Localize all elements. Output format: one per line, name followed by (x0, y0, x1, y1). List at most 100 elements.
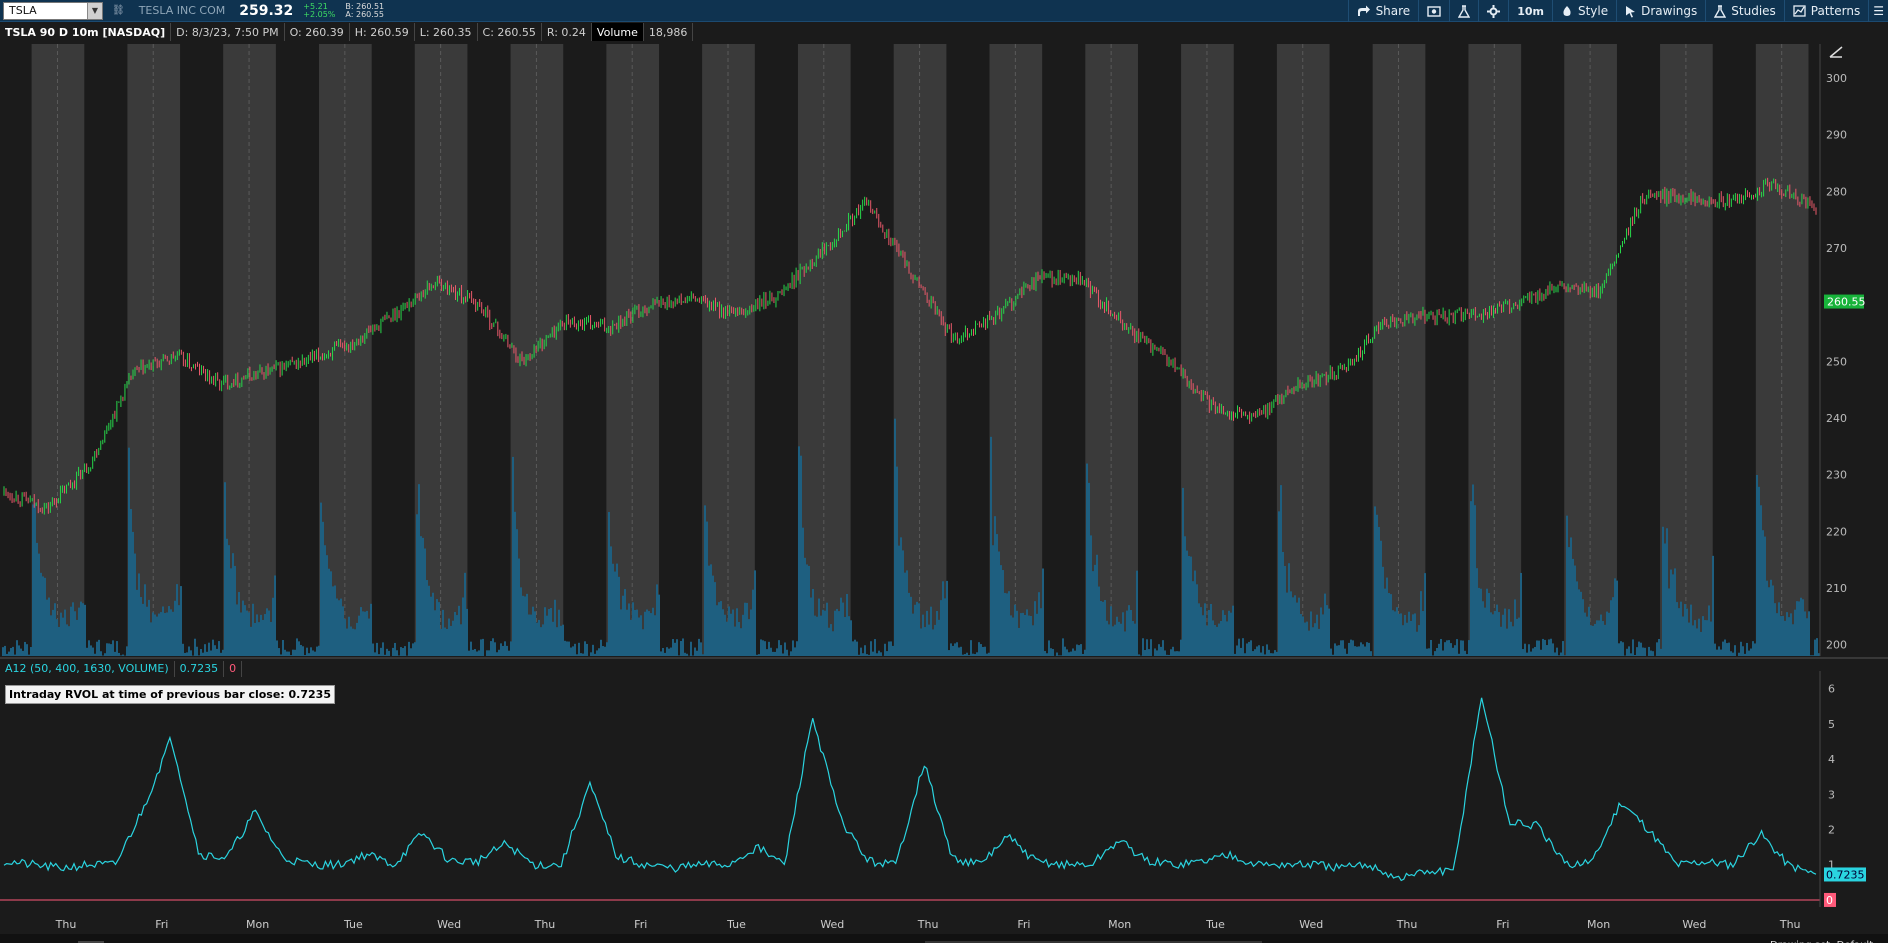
volume-bar (1364, 646, 1366, 656)
volume-bar (890, 641, 892, 656)
volume-bar (438, 602, 440, 656)
link-icon[interactable]: ⛓ (112, 5, 125, 16)
volume-bar (1134, 623, 1136, 656)
volume-bar (1338, 645, 1340, 656)
volume-bar (946, 580, 948, 656)
price-chart[interactable]: 200210220230240250260270280290300260.55 (0, 22, 1888, 657)
volume-bar (762, 640, 764, 656)
volume-bar (1380, 540, 1382, 656)
time-tick-label: Fri (1496, 918, 1509, 931)
volume-bar (54, 603, 56, 656)
rvol-tick-label: 6 (1828, 683, 1835, 696)
volume-bar (990, 436, 992, 656)
volume-bar (468, 650, 470, 656)
volume-bar (1696, 628, 1698, 656)
volume-bar (6, 653, 8, 656)
volume-bar (1130, 609, 1132, 656)
volume-bar (784, 642, 786, 656)
company-name: TESLA INC COM (138, 4, 226, 17)
volume-bar (1642, 647, 1644, 656)
flask-button[interactable] (1449, 0, 1478, 22)
volume-bar (1462, 640, 1464, 656)
volume-bar (372, 643, 374, 656)
study-pane[interactable]: A12 (50, 400, 1630, VOLUME) 0.7235 0 Int… (0, 657, 1888, 914)
studies-button[interactable]: Studies (1705, 0, 1784, 22)
volume-bar (256, 614, 258, 656)
volume-bar (1316, 614, 1318, 656)
menu-button[interactable]: ☰ (1868, 0, 1888, 22)
volume-bar (1588, 606, 1590, 656)
volume-bar (20, 648, 22, 656)
volume-bar (1182, 487, 1184, 656)
time-tick-label: Thu (55, 918, 77, 931)
volume-bar (1748, 650, 1750, 656)
volume-bar (508, 650, 510, 656)
volume-bar (156, 616, 158, 656)
volume-bar (806, 564, 808, 656)
volume-bar (284, 649, 286, 656)
volume-bar (1124, 631, 1126, 656)
volume-bar (802, 527, 804, 656)
volume-bar (1022, 612, 1024, 656)
volume-bar (1100, 600, 1102, 656)
snapshot-button[interactable] (1418, 0, 1449, 22)
volume-bar (236, 604, 238, 656)
volume-bar (12, 646, 14, 656)
volume-bar (1142, 638, 1144, 656)
volume-bar (866, 654, 868, 656)
volume-bar (1062, 638, 1064, 656)
volume-bar (994, 516, 996, 656)
volume-bar (714, 582, 716, 656)
price-pane[interactable]: TSLA 90 D 10m [NASDAQ] D: 8/3/23, 7:50 P… (0, 22, 1888, 657)
rvol-tick-label: 5 (1828, 718, 1835, 731)
volume-bar (1592, 625, 1594, 656)
volume-bar (148, 599, 150, 656)
volume-bar (62, 617, 64, 656)
flask-icon (1458, 4, 1471, 18)
volume-bar (566, 641, 568, 656)
zero-tag-label: 0 (1826, 894, 1833, 907)
volume-bar (684, 652, 686, 656)
volume-bar (1476, 568, 1478, 656)
volume-bar (1228, 610, 1230, 656)
volume-bar (30, 647, 32, 656)
drawings-button[interactable]: Drawings (1616, 0, 1705, 22)
volume-bar (988, 652, 990, 656)
volume-bar (264, 614, 266, 656)
volume-bar (1436, 647, 1438, 656)
volume-bar (996, 534, 998, 656)
share-button[interactable]: Share (1347, 0, 1419, 22)
patterns-button[interactable]: Patterns (1783, 0, 1868, 22)
volume-bar (970, 640, 972, 656)
rvol-tick-label: 2 (1828, 824, 1835, 837)
volume-bar (1270, 653, 1272, 656)
volume-bar (1686, 608, 1688, 656)
volume-bar (294, 649, 296, 656)
volume-bar (1534, 646, 1536, 656)
volume-bar (1760, 505, 1762, 656)
volume-bar (336, 598, 338, 656)
volume-bar (1658, 638, 1660, 656)
volume-bar (1006, 593, 1008, 656)
settings-button[interactable] (1478, 0, 1508, 22)
volume-bar (924, 627, 926, 656)
volume-bar (960, 646, 962, 656)
volume-bar (1028, 615, 1030, 656)
symbol-dropdown-icon[interactable]: ▼ (87, 2, 102, 19)
volume-bar (756, 654, 758, 656)
volume-bar (608, 512, 610, 656)
volume-bar (50, 615, 52, 656)
volume-bar (1262, 646, 1264, 656)
volume-bar (370, 603, 372, 656)
volume-bar (2, 647, 4, 656)
symbol-input[interactable]: TSLA ▼ (3, 1, 103, 20)
volume-bar (660, 651, 662, 656)
style-button[interactable]: Style (1551, 0, 1616, 22)
price-tick-label: 200 (1826, 639, 1847, 652)
volume-bar (1230, 612, 1232, 656)
volume-bar (1620, 641, 1622, 656)
timeframe-button[interactable]: 10m (1508, 0, 1552, 22)
volume-bar (1114, 624, 1116, 656)
volume-bar (700, 642, 702, 656)
volume-bar (1264, 654, 1266, 656)
